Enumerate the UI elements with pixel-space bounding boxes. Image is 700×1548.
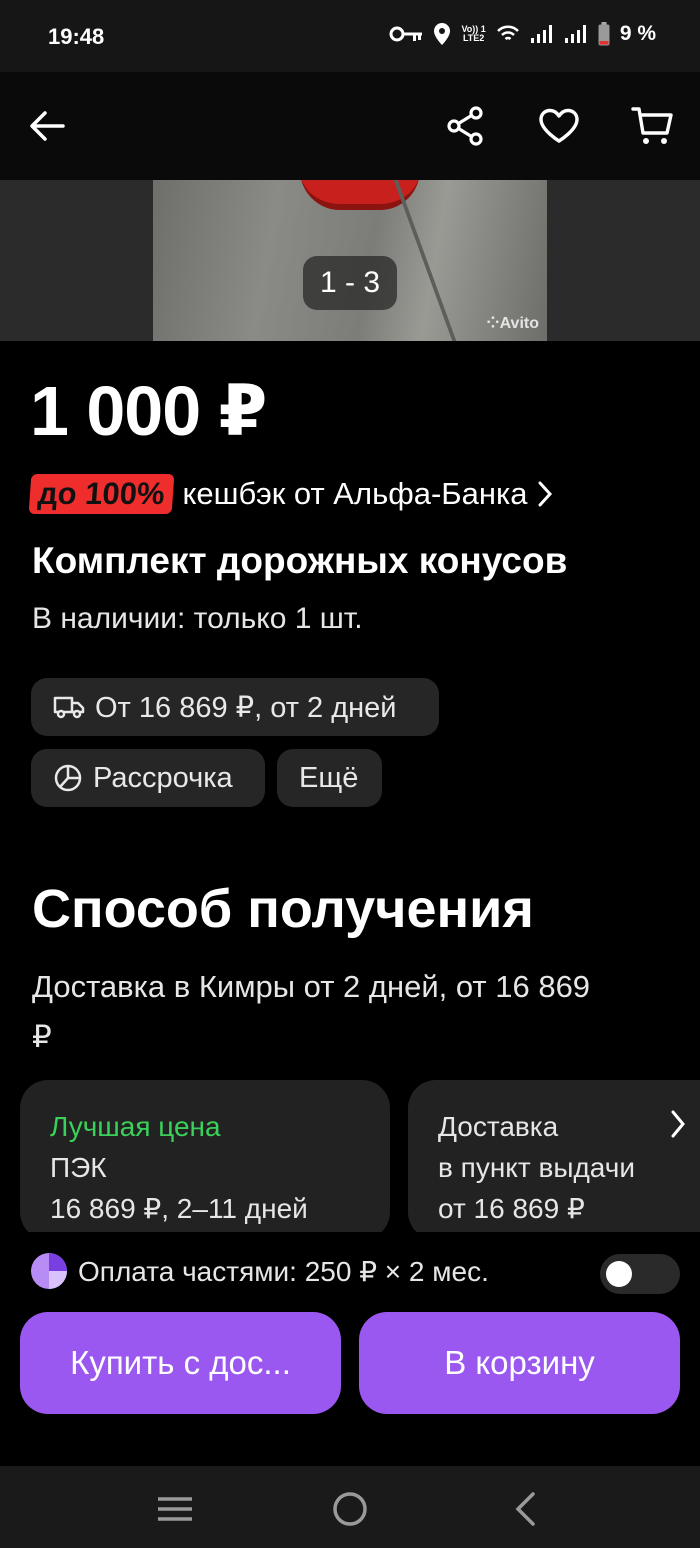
back-button[interactable] xyxy=(19,98,75,154)
back-arrow-icon xyxy=(30,111,65,141)
pickup-line-2: в пункт выдачи xyxy=(438,1152,635,1183)
product-title: Комплект дорожных конусов xyxy=(32,540,568,581)
key-icon xyxy=(389,26,423,42)
delivery-truck-icon xyxy=(53,696,85,719)
installments-pie-icon xyxy=(31,1253,67,1289)
more-chip-label: Ещё xyxy=(299,761,359,794)
pickup-line-3: от 16 869 ₽ xyxy=(438,1193,585,1224)
floor-seam xyxy=(393,180,457,341)
cashback-text: кешбэк от Альфа-Банка xyxy=(182,476,528,511)
product-price: 1 000 ₽ xyxy=(30,372,267,450)
delivery-chip-label: От 16 869 ₽, от 2 дней xyxy=(95,691,397,724)
favorite-button[interactable] xyxy=(531,98,587,154)
home-button[interactable] xyxy=(325,1484,375,1534)
recent-apps-icon xyxy=(158,1497,192,1521)
share-icon xyxy=(447,106,483,146)
volte-lte-indicator: Vo)) 1 LTE2 xyxy=(461,24,486,43)
cashback-badge: до 100% xyxy=(28,474,174,514)
cashback-link[interactable]: до 100% кешбэк от Альфа-Банка xyxy=(28,474,553,514)
carrier-name: ПЭК xyxy=(50,1152,107,1183)
signal-icon-2 xyxy=(564,25,586,43)
installment-chip[interactable]: Рассрочка xyxy=(31,749,265,807)
receiving-section-title: Способ получения xyxy=(32,879,534,939)
chevron-right-icon xyxy=(671,1110,685,1138)
avito-dots-icon: ⁘ xyxy=(486,315,500,332)
pickup-line-1: Доставка xyxy=(438,1111,559,1142)
cart-button[interactable] xyxy=(624,98,680,154)
carrier-details: 16 869 ₽, 2–11 дней xyxy=(50,1193,308,1224)
favorite-heart-icon xyxy=(539,108,579,143)
status-bar: 19:48 Vo)) 1 LTE2 9 % xyxy=(0,0,700,72)
delivery-chip[interactable]: От 16 869 ₽, от 2 дней xyxy=(31,678,439,736)
recent-apps-button[interactable] xyxy=(150,1484,200,1534)
wifi-icon xyxy=(496,25,519,41)
installment-chip-label: Рассрочка xyxy=(93,761,233,794)
product-photo[interactable]: 1 - 3 ⁘Avito xyxy=(153,180,547,341)
chevron-right-icon xyxy=(538,481,553,507)
avito-watermark: ⁘Avito xyxy=(486,315,539,332)
location-icon xyxy=(434,23,451,45)
purchase-panel: Оплата частями: 250 ₽ × 2 мес. Купить с … xyxy=(0,1232,700,1466)
system-nav-bar xyxy=(0,1466,700,1548)
status-icons: Vo)) 1 LTE2 9 % xyxy=(389,22,656,46)
share-button[interactable] xyxy=(437,98,493,154)
installments-label: Оплата частями: 250 ₽ × 2 мес. xyxy=(78,1255,489,1287)
best-price-tag: Лучшая цена xyxy=(50,1111,221,1142)
installments-row: Оплата частями: 250 ₽ × 2 мес. xyxy=(30,1252,489,1290)
photo-counter: 1 - 3 xyxy=(303,256,397,310)
delivery-option-pickup-point[interactable]: Доставка в пункт выдачи от 16 869 ₽ xyxy=(408,1080,700,1240)
pie-chart-icon xyxy=(54,764,82,792)
photo-gallery[interactable]: 1 - 3 ⁘Avito xyxy=(0,180,700,341)
battery-icon xyxy=(598,22,610,46)
status-time: 19:48 xyxy=(48,24,105,49)
stock-status: В наличии: только 1 шт. xyxy=(32,602,363,635)
more-chip[interactable]: Ещё xyxy=(277,749,382,807)
system-back-button[interactable] xyxy=(500,1484,550,1534)
app-bar xyxy=(0,72,700,180)
signal-icon-1 xyxy=(530,25,552,43)
installments-toggle[interactable] xyxy=(600,1254,680,1294)
toggle-knob xyxy=(606,1261,632,1287)
battery-percent: 9 % xyxy=(619,22,656,45)
add-to-cart-button[interactable]: В корзину xyxy=(359,1312,680,1414)
delivery-option-pek[interactable]: Лучшая цена ПЭК 16 869 ₽, 2–11 дней xyxy=(20,1080,390,1240)
delivery-summary: Доставка в Кимры от 2 дней, от 16 869 ₽ xyxy=(32,969,591,1054)
home-circle-icon xyxy=(333,1492,367,1526)
back-chevron-icon xyxy=(515,1492,535,1526)
buy-with-delivery-button[interactable]: Купить с дос... xyxy=(20,1312,341,1414)
cart-icon xyxy=(631,107,673,144)
